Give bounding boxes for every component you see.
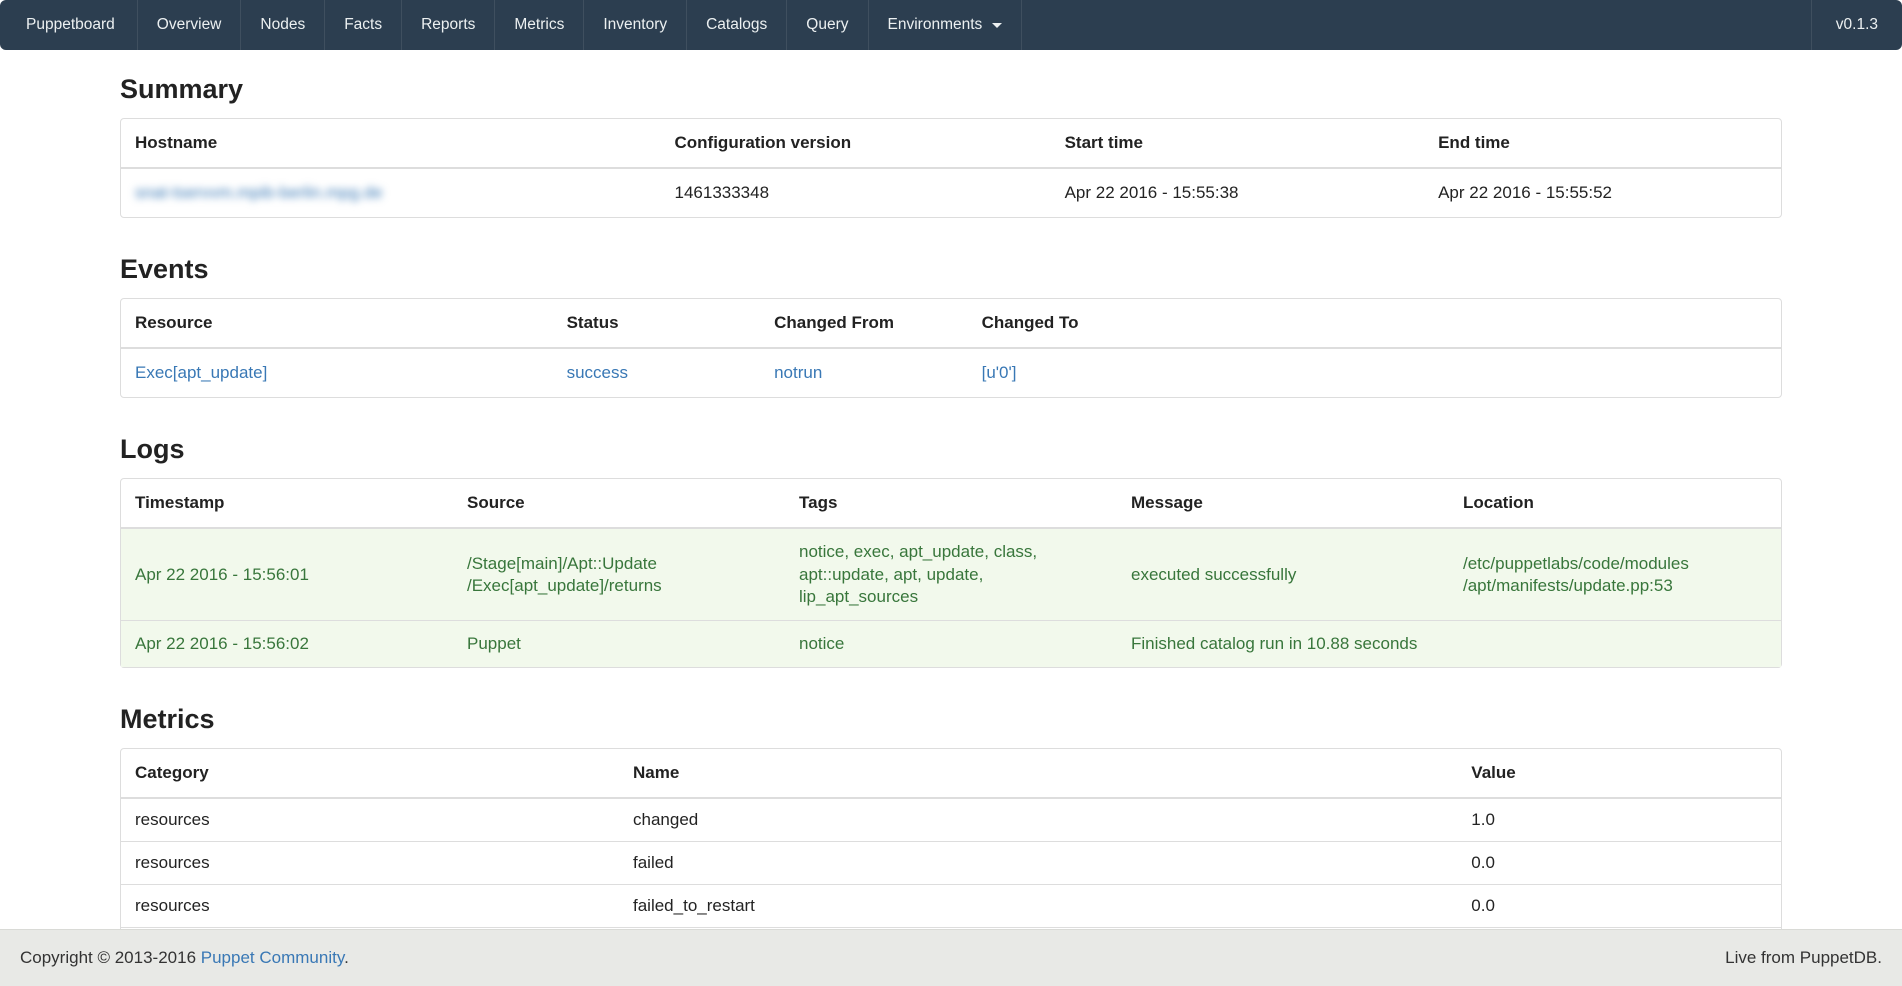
footer: Copyright © 2013-2016 Puppet Community. … bbox=[0, 929, 1902, 986]
summary-header-end-time: End time bbox=[1424, 119, 1781, 169]
metrics-header-category: Category bbox=[121, 749, 619, 799]
main-content: Summary Hostname Configuration version S… bbox=[120, 74, 1782, 971]
events-header-resource: Resource bbox=[121, 299, 553, 349]
environments-label: Environments bbox=[888, 15, 983, 35]
event-resource-link[interactable]: Exec[apt_update] bbox=[135, 363, 267, 382]
summary-table: Hostname Configuration version Start tim… bbox=[120, 118, 1782, 218]
end-time-value: Apr 22 2016 - 15:55:52 bbox=[1424, 169, 1781, 217]
nav-item-catalogs[interactable]: Catalogs bbox=[687, 0, 787, 50]
puppet-community-link[interactable]: Puppet Community bbox=[201, 948, 344, 967]
log-source: Puppet bbox=[453, 620, 785, 667]
metric-category: resources bbox=[121, 884, 619, 927]
log-tags: notice bbox=[785, 620, 1117, 667]
copyright-period: . bbox=[344, 948, 349, 967]
nav-item-overview[interactable]: Overview bbox=[138, 0, 242, 50]
nav-item-query[interactable]: Query bbox=[787, 0, 868, 50]
nav-dropdown-environments[interactable]: Environments bbox=[869, 0, 1023, 50]
summary-header-start-time: Start time bbox=[1051, 119, 1425, 169]
nav-item-inventory[interactable]: Inventory bbox=[584, 0, 687, 50]
navbar-spacer bbox=[1022, 0, 1810, 50]
log-timestamp: Apr 22 2016 - 15:56:02 bbox=[121, 620, 453, 667]
copyright-text: Copyright © 2013-2016 bbox=[20, 948, 201, 967]
logs-header-location: Location bbox=[1449, 479, 1781, 529]
nav-item-reports[interactable]: Reports bbox=[402, 0, 495, 50]
metric-row: resources changed 1.0 bbox=[121, 799, 1781, 841]
log-tags: notice, exec, apt_update, class, apt::up… bbox=[785, 529, 1117, 619]
metric-value: 0.0 bbox=[1457, 884, 1781, 927]
event-changed-from-link[interactable]: notrun bbox=[774, 363, 822, 382]
events-title: Events bbox=[120, 254, 1782, 284]
metrics-title: Metrics bbox=[120, 704, 1782, 734]
version-badge: v0.1.3 bbox=[1811, 0, 1902, 50]
metric-row: resources failed_to_restart 0.0 bbox=[121, 884, 1781, 927]
metric-category: resources bbox=[121, 841, 619, 884]
log-location: /etc/puppetlabs/code/modules /apt/manife… bbox=[1449, 529, 1781, 619]
metric-row: resources failed 0.0 bbox=[121, 841, 1781, 884]
footer-live-status: Live from PuppetDB. bbox=[1725, 947, 1882, 969]
logs-title: Logs bbox=[120, 434, 1782, 464]
start-time-value: Apr 22 2016 - 15:55:38 bbox=[1051, 169, 1425, 217]
log-row: Apr 22 2016 - 15:56:02 Puppet notice Fin… bbox=[121, 620, 1781, 667]
events-header-status: Status bbox=[553, 299, 761, 349]
nav-item-facts[interactable]: Facts bbox=[325, 0, 402, 50]
hostname-link[interactable]: snat-tservvm.mpib-berlin.mpg.de bbox=[135, 183, 383, 202]
event-row: Exec[apt_update] success notrun [u'0'] bbox=[121, 349, 1781, 397]
metric-name: changed bbox=[619, 799, 1457, 841]
logs-header-message: Message bbox=[1117, 479, 1449, 529]
log-timestamp: Apr 22 2016 - 15:56:01 bbox=[121, 529, 453, 619]
config-version-value: 1461333348 bbox=[661, 169, 1051, 217]
metric-value: 1.0 bbox=[1457, 799, 1781, 841]
metric-name: failed_to_restart bbox=[619, 884, 1457, 927]
summary-row: snat-tservvm.mpib-berlin.mpg.de 14613333… bbox=[121, 169, 1781, 217]
summary-header-config-version: Configuration version bbox=[661, 119, 1051, 169]
events-table: Resource Status Changed From Changed To … bbox=[120, 298, 1782, 398]
log-location bbox=[1449, 620, 1781, 667]
logs-header-source: Source bbox=[453, 479, 785, 529]
log-source: /Stage[main]/Apt::Update /Exec[apt_updat… bbox=[453, 529, 785, 619]
metric-value: 0.0 bbox=[1457, 841, 1781, 884]
metrics-header-row: Category Name Value bbox=[121, 749, 1781, 799]
event-status-link[interactable]: success bbox=[567, 363, 628, 382]
footer-copyright: Copyright © 2013-2016 Puppet Community. bbox=[20, 947, 349, 969]
logs-header-tags: Tags bbox=[785, 479, 1117, 529]
events-header-changed-to: Changed To bbox=[968, 299, 1781, 349]
nav-item-nodes[interactable]: Nodes bbox=[241, 0, 325, 50]
summary-title: Summary bbox=[120, 74, 1782, 104]
log-message: executed successfully bbox=[1117, 529, 1449, 619]
metrics-header-name: Name bbox=[619, 749, 1457, 799]
events-header-changed-from: Changed From bbox=[760, 299, 968, 349]
log-message: Finished catalog run in 10.88 seconds bbox=[1117, 620, 1449, 667]
nav-brand-puppetboard[interactable]: Puppetboard bbox=[0, 0, 138, 50]
logs-header-row: Timestamp Source Tags Message Location bbox=[121, 479, 1781, 529]
nav-item-metrics[interactable]: Metrics bbox=[495, 0, 584, 50]
logs-header-timestamp: Timestamp bbox=[121, 479, 453, 529]
summary-header-hostname: Hostname bbox=[121, 119, 661, 169]
metric-category: resources bbox=[121, 799, 619, 841]
caret-down-icon bbox=[992, 23, 1002, 28]
events-header-row: Resource Status Changed From Changed To bbox=[121, 299, 1781, 349]
log-row: Apr 22 2016 - 15:56:01 /Stage[main]/Apt:… bbox=[121, 529, 1781, 619]
event-changed-to-link[interactable]: [u'0'] bbox=[982, 363, 1017, 382]
metric-name: failed bbox=[619, 841, 1457, 884]
summary-header-row: Hostname Configuration version Start tim… bbox=[121, 119, 1781, 169]
metrics-header-value: Value bbox=[1457, 749, 1781, 799]
navbar: Puppetboard Overview Nodes Facts Reports… bbox=[0, 0, 1902, 50]
logs-table: Timestamp Source Tags Message Location A… bbox=[120, 478, 1782, 667]
